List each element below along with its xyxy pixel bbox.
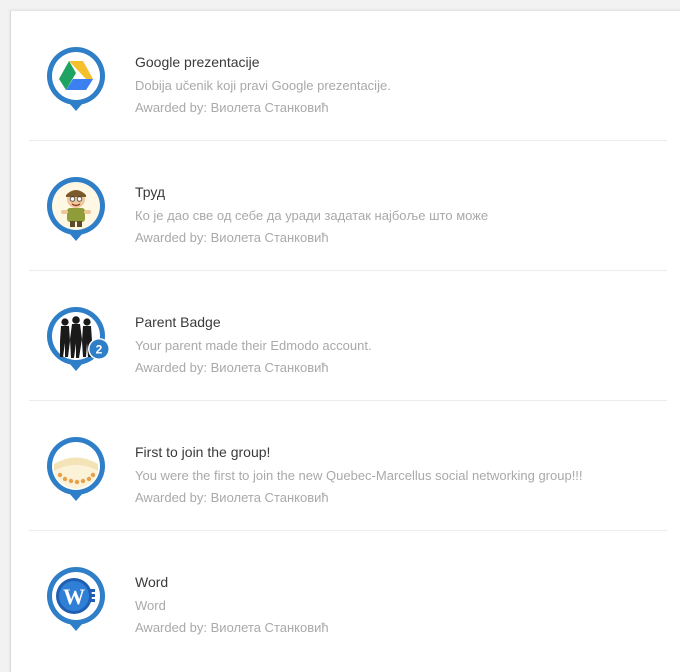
list-item-badge-parent[interactable]: 2 Parent Badge Your parent made their Ed…: [11, 271, 680, 401]
svg-text:W: W: [63, 584, 85, 609]
badge-awarded-by: Awarded by: Виолета Станковић: [135, 360, 329, 375]
badge-list: Google prezentacije Dobija učenik koji p…: [11, 11, 680, 661]
badge-description: You were the first to join the new Quebe…: [135, 468, 583, 483]
badges-panel: Google prezentacije Dobija učenik koji p…: [10, 10, 680, 672]
badge-description: Your parent made their Edmodo account.: [135, 338, 372, 353]
ribbon-medal-icon: [45, 435, 107, 507]
list-item-badge-first-to-join[interactable]: First to join the group! You were the fi…: [11, 401, 680, 531]
badge-title: First to join the group!: [135, 444, 271, 460]
badge-awarded-by: Awarded by: Виолета Станковић: [135, 230, 329, 245]
badge-text: Parent Badge Your parent made their Edmo…: [135, 313, 671, 379]
badge-awarded-by: Awarded by: Виолета Станковић: [135, 620, 329, 635]
badge-awarded-by: Awarded by: Виолета Станковић: [135, 490, 329, 505]
badge-text: First to join the group! You were the fi…: [135, 443, 671, 509]
badge-description: Ко је дао све од себе да уради задатак н…: [135, 208, 489, 223]
badge-text: Труд Ко је дао све од себе да уради зада…: [135, 183, 671, 249]
list-item-badge-word[interactable]: W Word Word Awarded by: Виолета Станкови…: [11, 531, 680, 661]
badge-text: Google prezentacije Dobija učenik koji p…: [135, 53, 671, 119]
badge-title: Parent Badge: [135, 314, 221, 330]
google-drive-icon: [45, 45, 107, 117]
parent-silhouettes-icon: 2: [45, 305, 110, 377]
list-item-badge-trud[interactable]: Труд Ко је дао све од себе да уради зада…: [11, 141, 680, 271]
badge-text: Word Word Awarded by: Виолета Станковић: [135, 573, 671, 639]
badge-title: Word: [135, 574, 169, 590]
list-item-badge-google-prezentacije[interactable]: Google prezentacije Dobija učenik koji p…: [11, 11, 680, 141]
badge-count: 2: [96, 343, 103, 357]
badge-title: Труд: [135, 184, 166, 200]
badge-description: Word: [135, 598, 166, 613]
worker-character-icon: [45, 175, 107, 247]
microsoft-word-icon: W: [45, 565, 107, 637]
badge-description: Dobija učenik koji pravi Google prezenta…: [135, 78, 391, 93]
badge-awarded-by: Awarded by: Виолета Станковић: [135, 100, 329, 115]
badge-title: Google prezentacije: [135, 54, 260, 70]
